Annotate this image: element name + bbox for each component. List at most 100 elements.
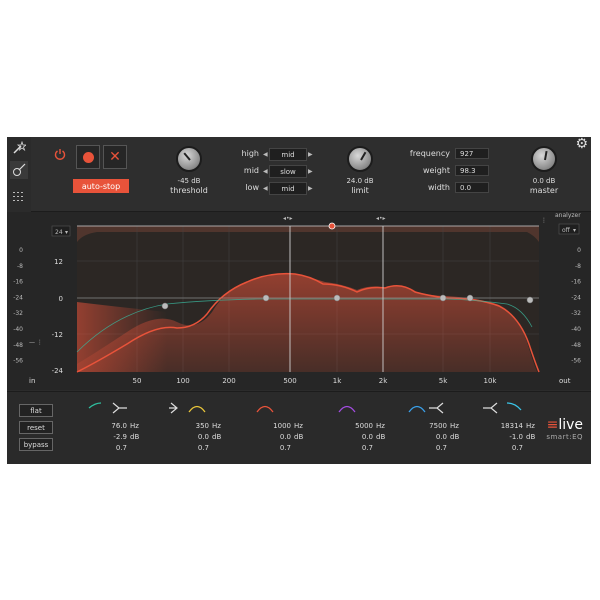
bypass-button[interactable]: bypass	[19, 438, 53, 451]
band-unit: Hz	[212, 422, 221, 430]
band-value: 0.7	[197, 444, 209, 452]
band-value: 76.0	[111, 422, 127, 430]
meter-tick: -48	[571, 342, 581, 349]
master-knob[interactable]	[531, 146, 557, 172]
band-frequency[interactable]: 76.0 Hz	[101, 422, 151, 430]
weight-field[interactable]: 98.3	[455, 165, 489, 176]
band-value: 0.7	[115, 444, 127, 452]
db-label: -12	[52, 331, 63, 339]
band-node-4[interactable]	[439, 294, 447, 302]
band-q[interactable]: 0.7	[421, 444, 471, 452]
band-3[interactable]: 1000 Hz 0.0 dB 0.7	[251, 400, 321, 462]
width-field[interactable]: 0.0	[455, 182, 489, 193]
freq-label: 100	[176, 377, 189, 385]
meter-tick: -24	[571, 294, 581, 301]
band-value: 0.0	[435, 433, 447, 441]
db-label: 0	[59, 295, 63, 303]
band-unit: Hz	[294, 422, 303, 430]
mid-next-icon[interactable]: ▶	[308, 168, 313, 175]
high-label: high	[241, 149, 259, 158]
power-icon[interactable]	[54, 148, 66, 164]
band-node-2[interactable]	[262, 294, 270, 302]
band-unit: dB	[212, 433, 222, 441]
band-node-1[interactable]	[161, 302, 169, 310]
band-value: 0.0	[279, 433, 291, 441]
range-value: 24	[55, 229, 63, 236]
bell-filter-icon	[256, 405, 274, 413]
band-q[interactable]: 0.7	[347, 444, 397, 452]
logo-text: live	[558, 417, 583, 433]
logo: ≡live smart:EQ	[546, 417, 583, 441]
band-q[interactable]: 0.7	[497, 444, 547, 452]
band-gain[interactable]: 0.0 dB	[421, 433, 471, 441]
band-q[interactable]: 0.7	[183, 444, 233, 452]
band-frequency[interactable]: 18314 Hz	[497, 422, 547, 430]
guitar-icon[interactable]	[10, 161, 28, 179]
width-label: width	[427, 183, 450, 192]
band-5[interactable]: 7500 Hz 0.0 dB 0.7	[407, 400, 477, 462]
band-2[interactable]: 350 Hz 0.0 dB 0.7	[169, 400, 239, 462]
mid-prev-icon[interactable]: ◀	[263, 168, 268, 175]
freq-label-in: in	[29, 377, 35, 385]
meter-tick: -56	[13, 358, 23, 365]
high-next-icon[interactable]: ▶	[308, 151, 313, 158]
meter-tick: -8	[575, 263, 581, 270]
band-gain[interactable]: 0.0 dB	[347, 433, 397, 441]
analyzer-dots-icon[interactable]: ⋮	[541, 217, 547, 224]
magic-wand-icon[interactable]	[10, 139, 28, 157]
band-q[interactable]: 0.7	[265, 444, 315, 452]
meter-tick: 0	[577, 247, 581, 254]
high-select[interactable]: mid	[269, 148, 307, 161]
mid-select[interactable]: slow	[269, 165, 307, 178]
threshold-knob[interactable]	[176, 146, 202, 172]
meter-tick: -40	[13, 326, 23, 333]
meter-tick: -16	[13, 279, 23, 286]
low-cut-filter-icon	[88, 402, 127, 414]
band-value: 0.0	[197, 433, 209, 441]
band-frequency[interactable]: 1000 Hz	[265, 422, 315, 430]
smart-eq-plugin: ✕ auto-stop -45 dB threshold high ◀ mid …	[7, 137, 591, 464]
band-value: -2.9	[113, 433, 127, 441]
low-next-icon[interactable]: ▶	[308, 185, 313, 192]
high-prev-icon[interactable]: ◀	[263, 151, 268, 158]
frequency-field[interactable]: 927	[455, 148, 489, 159]
band-gain[interactable]: -1.0 dB	[497, 433, 547, 441]
reset-button[interactable]: reset	[19, 421, 53, 434]
band-frequency[interactable]: 350 Hz	[183, 422, 233, 430]
gear-icon[interactable]: ⚙	[575, 137, 588, 152]
band-1[interactable]: 76.0 Hz -2.9 dB 0.7	[87, 400, 157, 462]
logo-subtitle: smart:EQ	[546, 433, 583, 441]
record-button[interactable]	[76, 145, 100, 169]
analyzer-value: off	[562, 227, 571, 234]
meter-tick: -40	[571, 326, 581, 333]
band-node-6[interactable]	[526, 296, 534, 304]
grid-dots-icon[interactable]	[10, 187, 28, 205]
flat-button[interactable]: flat	[19, 404, 53, 417]
band-4[interactable]: 5000 Hz 0.0 dB 0.7	[333, 400, 403, 462]
low-prev-icon[interactable]: ◀	[263, 185, 268, 192]
freq-label: 50	[133, 377, 142, 385]
band-frequency[interactable]: 7500 Hz	[421, 422, 471, 430]
frequency-label: frequency	[409, 149, 450, 158]
auto-stop-button[interactable]: auto-stop	[73, 179, 129, 193]
marker-handle-left[interactable]: ◂•▸	[283, 215, 293, 222]
top-controls: ✕ auto-stop -45 dB threshold high ◀ mid …	[31, 137, 591, 212]
band-node-3[interactable]	[333, 294, 341, 302]
band-gain[interactable]: -2.9 dB	[101, 433, 151, 441]
eq-display[interactable]: ◂•▸ ◂•▸ 12 0 -12 -24 in 50 100 200 500 1…	[7, 212, 591, 390]
band-node-5[interactable]	[466, 294, 474, 302]
marker-handle-right[interactable]: ◂•▸	[376, 215, 386, 222]
weight-label: weight	[423, 166, 450, 175]
band-gain[interactable]: 0.0 dB	[265, 433, 315, 441]
limit-knob[interactable]	[347, 146, 373, 172]
band-frequency[interactable]: 5000 Hz	[347, 422, 397, 430]
meter-tick: -32	[13, 310, 23, 317]
band-q[interactable]: 0.7	[101, 444, 151, 452]
cancel-button[interactable]: ✕	[103, 145, 127, 169]
band-gain[interactable]: 0.0 dB	[183, 433, 233, 441]
band-value: 7500	[429, 422, 447, 430]
band-6[interactable]: 18314 Hz -1.0 dB 0.7	[483, 400, 553, 462]
meter-slider-icon[interactable]: — ⋮	[29, 339, 43, 346]
limit-node[interactable]	[328, 222, 336, 230]
low-select[interactable]: mid	[269, 182, 307, 195]
